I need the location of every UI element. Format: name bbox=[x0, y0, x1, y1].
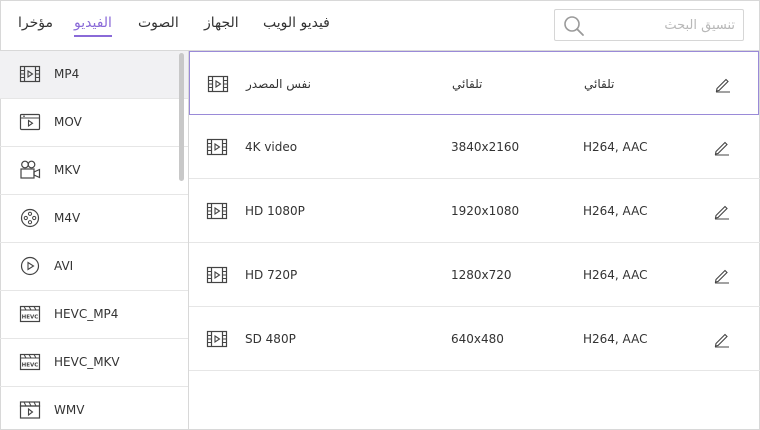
sidebar-item-mp4[interactable]: MP4 bbox=[0, 51, 188, 99]
edit-icon[interactable] bbox=[713, 138, 731, 156]
preset-resolution: 1280x720 bbox=[451, 268, 512, 282]
film-icon bbox=[206, 329, 228, 349]
preset-name: نفس المصدر bbox=[246, 77, 311, 91]
preset-row-sd-480p[interactable]: SD 480P 640x480 H264, AAC bbox=[189, 307, 760, 371]
film-icon bbox=[206, 265, 228, 285]
preset-row-hd-1080p[interactable]: HD 1080P 1920x1080 H264, AAC bbox=[189, 179, 760, 243]
preset-codec: تلقائي bbox=[584, 77, 615, 91]
sidebar-item-m4v[interactable]: M4V bbox=[0, 195, 188, 243]
film-icon bbox=[207, 74, 229, 94]
hevc-icon: HEVC bbox=[19, 303, 41, 325]
format-sidebar: MP4 MOV MKV M4V AVI HEVC HEVC_MP4 HEVC H bbox=[0, 50, 189, 430]
preset-name: 4K video bbox=[245, 140, 298, 154]
video-player-icon bbox=[19, 111, 41, 133]
sidebar-item-mkv[interactable]: MKV bbox=[0, 147, 188, 195]
preset-name: HD 720P bbox=[245, 268, 298, 282]
sidebar-scrollbar[interactable] bbox=[179, 53, 184, 181]
sidebar-item-label: MKV bbox=[54, 163, 81, 177]
sidebar-item-label: AVI bbox=[54, 259, 74, 273]
sidebar-item-label: HEVC_MKV bbox=[54, 355, 120, 369]
hevc-icon: HEVC bbox=[19, 351, 41, 373]
sidebar-item-label: WMV bbox=[54, 403, 85, 417]
sidebar-item-label: HEVC_MP4 bbox=[54, 307, 119, 321]
edit-icon[interactable] bbox=[713, 330, 731, 348]
tab-video[interactable]: الفيديو bbox=[74, 15, 112, 37]
search-input[interactable] bbox=[595, 10, 735, 40]
tab-recent[interactable]: مؤخرا bbox=[18, 15, 53, 31]
preset-row-hd-720p[interactable]: HD 720P 1280x720 H264, AAC bbox=[189, 243, 760, 307]
video-camera-icon bbox=[19, 159, 41, 181]
header: مؤخرا الفيديو الصوت الجهاز فيديو الويب bbox=[0, 0, 760, 50]
svg-text:HEVC: HEVC bbox=[22, 363, 39, 369]
film-icon bbox=[206, 201, 228, 221]
sidebar-item-mov[interactable]: MOV bbox=[0, 99, 188, 147]
edit-icon[interactable] bbox=[713, 266, 731, 284]
preset-codec: H264, AAC bbox=[583, 268, 648, 282]
search-box[interactable] bbox=[554, 9, 744, 41]
clapperboard-icon bbox=[19, 399, 41, 421]
preset-row-4k[interactable]: 4K video 3840x2160 H264, AAC bbox=[189, 115, 760, 179]
svg-text:HEVC: HEVC bbox=[22, 315, 39, 321]
preset-name: SD 480P bbox=[245, 332, 296, 346]
sidebar-item-label: M4V bbox=[54, 211, 81, 225]
sidebar-item-wmv[interactable]: WMV bbox=[0, 387, 188, 430]
preset-row-same-as-source[interactable]: نفس المصدر تلقائي تلقائي bbox=[189, 51, 759, 115]
preset-resolution: 1920x1080 bbox=[451, 204, 520, 218]
preset-codec: H264, AAC bbox=[583, 140, 648, 154]
sidebar-item-label: MP4 bbox=[54, 67, 80, 81]
edit-icon[interactable] bbox=[713, 202, 731, 220]
tab-device[interactable]: الجهاز bbox=[204, 15, 239, 31]
play-circle-icon bbox=[19, 255, 41, 277]
preset-resolution: 640x480 bbox=[451, 332, 504, 346]
sidebar-item-hevc-mkv[interactable]: HEVC HEVC_MKV bbox=[0, 339, 188, 387]
edit-icon[interactable] bbox=[714, 75, 732, 93]
sidebar-item-avi[interactable]: AVI bbox=[0, 243, 188, 291]
preset-codec: H264, AAC bbox=[583, 332, 648, 346]
tab-audio[interactable]: الصوت bbox=[138, 15, 179, 31]
preset-name: HD 1080P bbox=[245, 204, 305, 218]
preset-resolution: 3840x2160 bbox=[451, 140, 520, 154]
sidebar-item-hevc-mp4[interactable]: HEVC HEVC_MP4 bbox=[0, 291, 188, 339]
tab-web-video[interactable]: فيديو الويب bbox=[263, 15, 330, 31]
film-icon bbox=[206, 137, 228, 157]
preset-list: نفس المصدر تلقائي تلقائي 4K video 3840x2… bbox=[189, 50, 760, 430]
film-reel-icon bbox=[19, 207, 41, 229]
film-icon bbox=[19, 63, 41, 85]
preset-resolution: تلقائي bbox=[452, 77, 483, 91]
search-icon[interactable] bbox=[563, 15, 585, 37]
sidebar-item-label: MOV bbox=[54, 115, 82, 129]
preset-codec: H264, AAC bbox=[583, 204, 648, 218]
